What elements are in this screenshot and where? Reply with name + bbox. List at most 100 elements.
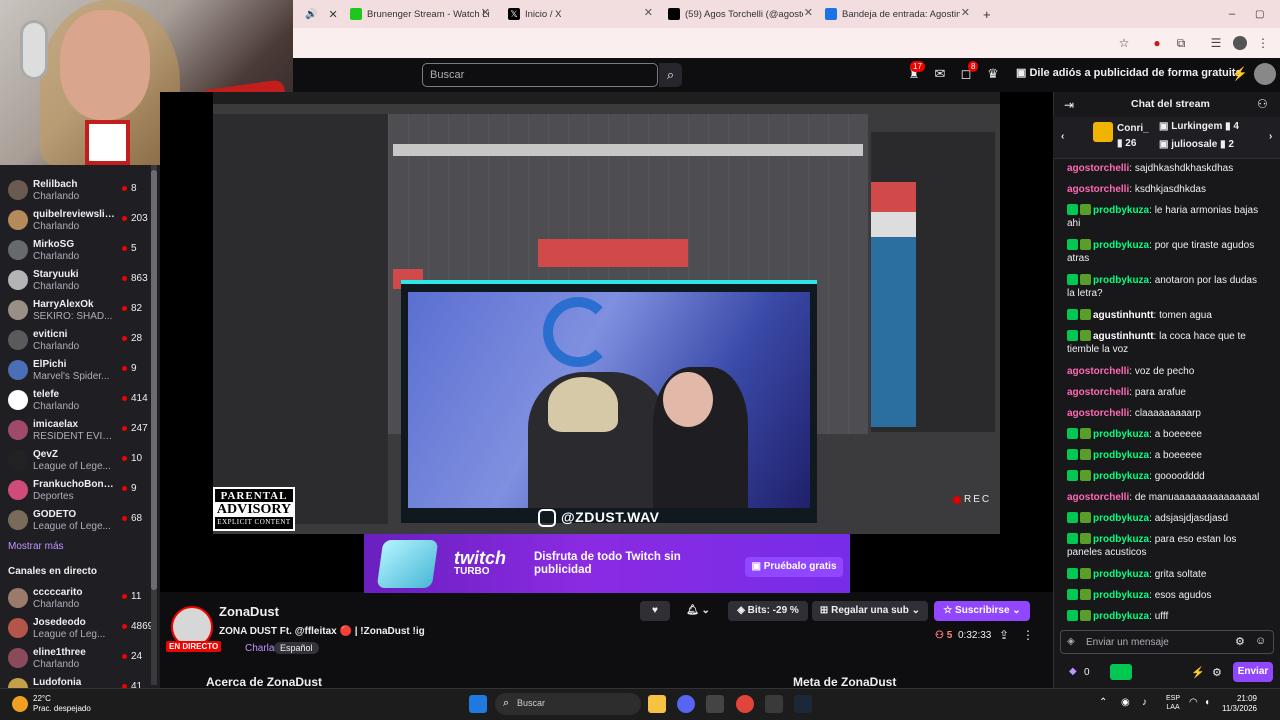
sidebar-channel[interactable]: quibelreviewslive Charlando 203 xyxy=(0,206,150,236)
chat-settings-icon[interactable]: ⚙ xyxy=(1212,666,1222,679)
send-button[interactable]: Enviar xyxy=(1233,662,1273,682)
follow-heart-button[interactable]: ♥ xyxy=(640,601,670,621)
sidebar-channel[interactable]: eline1three Charlando 24 xyxy=(0,644,150,674)
turbo-icon[interactable]: ⚡ xyxy=(1231,66,1249,82)
system-clock[interactable]: 21:09 11/3/2026 xyxy=(1222,694,1257,714)
chevron-left-icon[interactable]: ‹ xyxy=(1061,131,1064,142)
chat-username[interactable]: agostorchelli xyxy=(1067,184,1129,195)
chat-username[interactable]: prodbykuza xyxy=(1093,513,1149,524)
app-icon[interactable] xyxy=(765,695,783,713)
sidebar-channel[interactable]: Josedeodo League of Leg... 4869 xyxy=(0,614,153,644)
network-icon[interactable]: ◉ xyxy=(1121,697,1130,708)
chat-username[interactable]: agostorchelli xyxy=(1067,387,1129,398)
chat-username[interactable]: prodbykuza xyxy=(1093,534,1149,545)
profile-avatar[interactable] xyxy=(1233,36,1247,50)
user-avatar[interactable] xyxy=(1254,63,1276,85)
sidebar-channel[interactable]: FrankuchoBone... Deportes 9 xyxy=(0,476,150,506)
file-explorer-icon[interactable] xyxy=(648,695,666,713)
extensions-puzzle-icon[interactable]: ⧉ xyxy=(1174,36,1188,50)
prime-crown-icon[interactable]: ♛ xyxy=(984,66,1002,82)
language-tag[interactable]: Español xyxy=(274,642,319,654)
app-icon[interactable] xyxy=(706,695,724,713)
minimize-button[interactable]: – xyxy=(1229,6,1239,22)
chat-users-icon[interactable]: ⚇ xyxy=(1257,97,1268,111)
new-tab-button[interactable]: + xyxy=(983,6,995,22)
settings-sparkle-icon[interactable]: ⚙ xyxy=(1235,635,1245,648)
chat-username[interactable]: prodbykuza xyxy=(1093,471,1149,482)
weather-icon[interactable] xyxy=(12,696,28,712)
reading-list-icon[interactable]: ☰ xyxy=(1209,36,1223,50)
browser-tab[interactable]: Bandeja de entrada: Agostina T... ✕ xyxy=(825,6,970,22)
browser-tab[interactable]: (59) Agos Torchelli (@agostorch... ✕ xyxy=(668,6,813,22)
more-options-icon[interactable]: ⋮ xyxy=(1022,628,1034,642)
tab-close-icon[interactable]: ✕ xyxy=(804,6,813,19)
browser-tab-active[interactable]: 🔊 ✕ xyxy=(305,6,343,22)
chrome-icon[interactable] xyxy=(736,695,754,713)
sidebar-channel[interactable]: MirkoSG Charlando 5 xyxy=(0,236,150,266)
sidebar-channel[interactable]: GODETO League of Lege... 68 xyxy=(0,506,150,536)
chat-username[interactable]: agustinhuntt xyxy=(1093,331,1154,342)
sidebar-channel[interactable]: eviticni Charlando 28 xyxy=(0,326,150,356)
sidebar-channel[interactable]: telefe Charlando 414 xyxy=(0,386,150,416)
points-bonus-button[interactable] xyxy=(1110,664,1132,680)
bits-button[interactable]: ◈ Bits: -29 % xyxy=(728,601,808,621)
chat-username[interactable]: prodbykuza xyxy=(1093,205,1149,216)
browser-tab[interactable]: 𝕏 Inicio / X ✕ xyxy=(508,6,653,22)
tab-close-icon[interactable]: ✕ xyxy=(328,8,337,21)
bits-icon[interactable]: ◈ xyxy=(1067,636,1075,647)
subscribe-button[interactable]: ☆ Suscribirse ⌄ xyxy=(934,601,1030,621)
chat-username[interactable]: agostorchelli xyxy=(1067,163,1129,174)
extension-icon[interactable]: ● xyxy=(1150,36,1164,50)
sidebar-channel[interactable]: cccccarito Charlando 11 xyxy=(0,584,150,614)
sidebar-scrollbar[interactable] xyxy=(151,165,157,685)
chat-username[interactable]: agostorchelli xyxy=(1067,408,1129,419)
steam-icon[interactable] xyxy=(794,695,812,713)
chat-username[interactable]: agostorchelli xyxy=(1067,492,1129,503)
chat-username[interactable]: prodbykuza xyxy=(1093,590,1149,601)
sidebar-channel[interactable]: HarryAlexOk SEKIRO: SHAD... 82 xyxy=(0,296,150,326)
discord-icon[interactable] xyxy=(677,695,695,713)
ad-free-link[interactable]: ▣ Dile adiós a publicidad de forma gratu… xyxy=(1016,66,1242,79)
chat-username[interactable]: agustinhuntt xyxy=(1093,310,1154,321)
volume-icon[interactable]: ◖ xyxy=(1204,697,1210,708)
sidebar-channel[interactable]: imicaelax RESIDENT EVIL... 247 xyxy=(0,416,150,446)
sidebar-channel[interactable]: QevZ League of Lege... 10 xyxy=(0,446,150,476)
chat-username[interactable]: prodbykuza xyxy=(1093,450,1149,461)
taskbar-search[interactable]: Buscar xyxy=(495,693,641,715)
windows-start-icon[interactable] xyxy=(469,695,487,713)
menu-dots-icon[interactable]: ⋮ xyxy=(1256,36,1270,50)
search-button[interactable]: ⌕ xyxy=(659,63,682,87)
notification-bell-button[interactable]: 🔔︎ ⌄ xyxy=(678,601,718,621)
turbo-bolt-icon[interactable]: ⚡ xyxy=(1191,666,1205,679)
channel-points[interactable]: 0 xyxy=(1084,667,1090,678)
chat-username[interactable]: agostorchelli xyxy=(1067,366,1129,377)
chat-username[interactable]: prodbykuza xyxy=(1093,240,1149,251)
wifi-icon[interactable]: ◠ xyxy=(1189,697,1198,708)
bookmark-star-icon[interactable]: ☆ xyxy=(1117,36,1131,50)
chat-username[interactable]: prodbykuza xyxy=(1093,569,1149,580)
sidebar-channel[interactable]: ElPichi Marvel's Spider... 9 xyxy=(0,356,150,386)
tab-close-icon[interactable]: ✕ xyxy=(481,6,490,19)
tab-close-icon[interactable]: ✕ xyxy=(961,6,970,19)
chat-username[interactable]: prodbykuza xyxy=(1093,275,1149,286)
language-indicator[interactable]: ESP LAA xyxy=(1166,694,1180,712)
chevron-up-icon[interactable]: ⌃ xyxy=(1099,697,1107,708)
weather-widget[interactable]: 22°C Prac. despejado xyxy=(33,694,91,714)
share-icon[interactable]: ⇪ xyxy=(999,628,1009,642)
emote-icon[interactable]: ☺ xyxy=(1255,635,1266,647)
browser-tab[interactable]: Brunenger Stream - Watch Live ✕ xyxy=(350,6,490,22)
try-free-button[interactable]: ▣ Pruébalo gratis xyxy=(745,557,843,577)
inbox-icon[interactable]: ✉ xyxy=(931,66,949,82)
tab-close-icon[interactable]: ✕ xyxy=(644,6,653,19)
gift-sub-button[interactable]: ⊞ Regalar una sub ⌄ xyxy=(812,601,928,621)
chevron-right-icon[interactable]: › xyxy=(1269,131,1272,142)
mic-icon[interactable]: ♪ xyxy=(1142,697,1147,708)
chat-username[interactable]: prodbykuza xyxy=(1093,611,1149,622)
chat-username[interactable]: prodbykuza xyxy=(1093,429,1149,440)
maximize-button[interactable]: ▢ xyxy=(1255,6,1265,22)
show-more-link[interactable]: Mostrar más xyxy=(8,541,64,552)
search-input[interactable]: Buscar xyxy=(422,63,658,87)
collapse-chat-icon[interactable]: ⇥ xyxy=(1064,98,1074,112)
streamer-name[interactable]: ZonaDust xyxy=(219,604,279,619)
sidebar-channel[interactable]: Staryuuki Charlando 863 xyxy=(0,266,150,296)
